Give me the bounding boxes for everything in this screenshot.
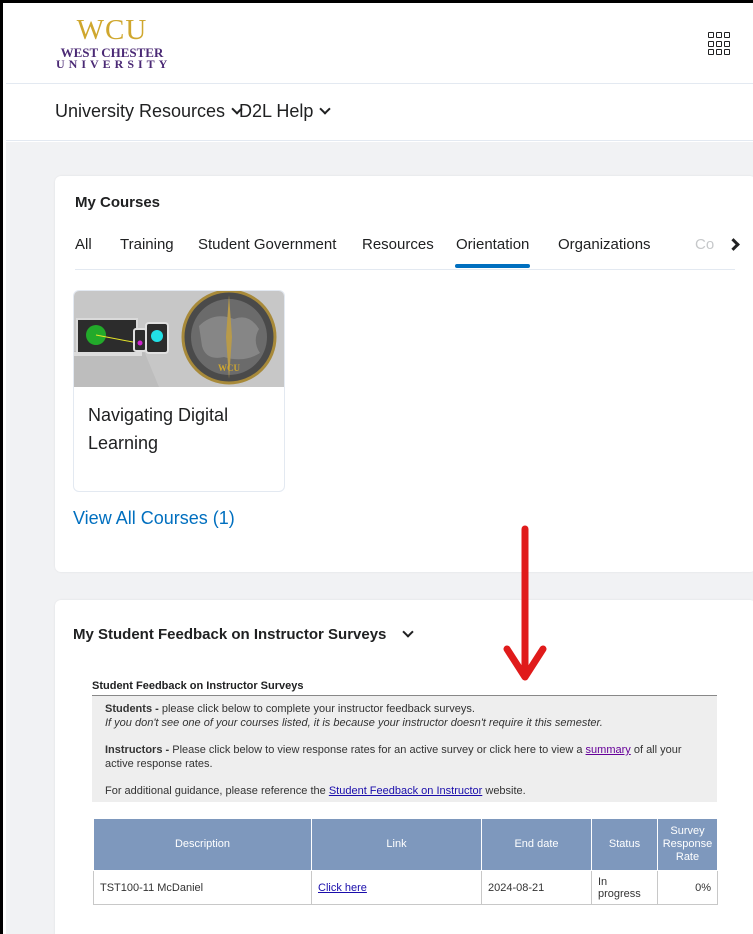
- top-header: WCU WEST CHESTER UNIVERSITY: [6, 6, 753, 84]
- col-description: Description: [93, 818, 312, 871]
- top-nav: University Resources D2L Help: [6, 85, 753, 141]
- students-italic-note: If you don't see one of your courses lis…: [105, 717, 603, 729]
- feedback-surveys-widget: My Student Feedback on Instructor Survey…: [55, 600, 753, 934]
- guidance-tail: website.: [482, 785, 526, 797]
- students-note: If you don't see one of your courses lis…: [105, 716, 704, 730]
- chevron-down-icon[interactable]: [402, 626, 415, 638]
- course-card[interactable]: WCU Navigating Digital Learning: [73, 290, 285, 492]
- guidance-line: For additional guidance, please referenc…: [105, 784, 704, 798]
- instructors-text: Please click below to view response rate…: [169, 744, 586, 756]
- students-line: Students - please click below to complet…: [105, 702, 704, 716]
- chevron-down-icon: [319, 103, 332, 115]
- course-image: WCU: [74, 291, 284, 387]
- view-all-courses-link[interactable]: View All Courses (1): [73, 508, 235, 529]
- col-status: Status: [591, 818, 658, 871]
- feedback-info-box: Student Feedback on Instructor Surveys S…: [92, 680, 717, 802]
- cell-link: Click here: [311, 870, 482, 905]
- tab-training[interactable]: Training: [120, 236, 174, 253]
- surveys-table: Description Link End date Status Survey …: [93, 818, 718, 905]
- tab-student-government[interactable]: Student Government: [198, 236, 336, 253]
- cell-description: TST100-11 McDaniel: [93, 870, 312, 905]
- tab-orientation[interactable]: Orientation: [454, 236, 531, 268]
- chevron-right-icon[interactable]: [727, 238, 740, 251]
- logo-monogram: WCU: [76, 14, 148, 46]
- instructors-line: Instructors - Please click below to view…: [105, 743, 704, 771]
- svg-text:WCU: WCU: [218, 363, 240, 373]
- cell-status: In progress: [591, 870, 658, 905]
- nav-university-resources[interactable]: University Resources: [55, 101, 243, 122]
- info-box-title: Student Feedback on Instructor Surveys: [92, 680, 717, 696]
- guidance-text: For additional guidance, please referenc…: [105, 785, 329, 797]
- main-content: My Courses All Training Student Governme…: [6, 142, 753, 934]
- survey-link[interactable]: Click here: [318, 882, 367, 894]
- tab-all[interactable]: All: [75, 236, 92, 253]
- instructors-label: Instructors -: [105, 744, 170, 756]
- nav-d2l-help[interactable]: D2L Help: [239, 101, 332, 122]
- course-tabs: All Training Student Government Resource…: [75, 236, 740, 270]
- widget-title: My Courses: [75, 194, 161, 211]
- table-row: TST100-11 McDaniel Click here 2024-08-21…: [93, 870, 718, 905]
- waffle-grid-icon[interactable]: [708, 32, 732, 56]
- guidance-link[interactable]: Student Feedback on Instructor: [329, 785, 482, 797]
- cell-end-date: 2024-08-21: [481, 870, 592, 905]
- table-header-row: Description Link End date Status Survey …: [93, 818, 718, 871]
- nav-label: University Resources: [55, 101, 226, 121]
- info-panel: Students - please click below to complet…: [92, 696, 717, 802]
- tab-resources[interactable]: Resources: [362, 236, 434, 253]
- course-name: Navigating Digital Learning: [88, 405, 229, 453]
- page-frame: WCU WEST CHESTER UNIVERSITY University R…: [0, 0, 753, 934]
- wcu-logo[interactable]: WCU WEST CHESTER UNIVERSITY: [56, 16, 168, 72]
- col-link: Link: [311, 818, 482, 871]
- nav-label: D2L Help: [239, 101, 314, 121]
- my-courses-widget: My Courses All Training Student Governme…: [55, 176, 753, 572]
- tab-overflow[interactable]: Co: [695, 236, 727, 253]
- col-end-date: End date: [481, 818, 592, 871]
- col-response-rate: Survey Response Rate: [657, 818, 718, 871]
- annotation-arrow-icon: [503, 525, 547, 681]
- cell-response-rate: 0%: [657, 870, 718, 905]
- students-text: please click below to complete your inst…: [158, 703, 475, 715]
- logo-line-university: UNIVERSITY: [56, 57, 172, 71]
- widget-title: My Student Feedback on Instructor Survey…: [73, 626, 387, 643]
- feedback-widget-header[interactable]: My Student Feedback on Instructor Survey…: [73, 626, 415, 643]
- summary-link[interactable]: summary: [586, 744, 631, 756]
- students-label: Students -: [105, 703, 159, 715]
- tab-organizations[interactable]: Organizations: [558, 236, 651, 253]
